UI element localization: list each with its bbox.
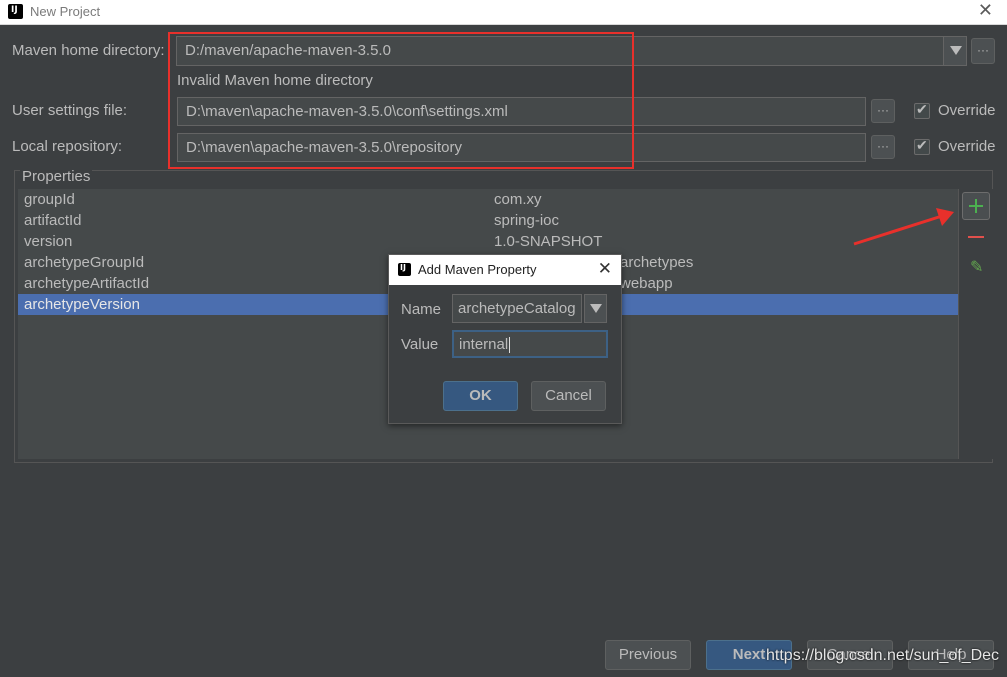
local-repo-label: Local repository: (12, 138, 123, 155)
add-maven-property-dialog: IJ Add Maven Property ✕ Name archetypeCa… (388, 254, 622, 424)
user-settings-label: User settings file: (12, 102, 128, 119)
dialog-close-button[interactable]: ✕ (598, 259, 612, 279)
intellij-app-icon: IJ (398, 263, 411, 276)
property-value: 1.0-SNAPSHOT (494, 233, 603, 250)
properties-title: Properties (20, 168, 93, 185)
add-property-button[interactable] (962, 192, 990, 220)
chevron-down-icon (950, 46, 962, 55)
property-key: archetypeArtifactId (24, 275, 150, 292)
table-row[interactable]: version 1.0-SNAPSHOT (18, 231, 958, 252)
properties-toolbar: ✎ (958, 189, 993, 459)
table-row[interactable]: artifactId spring-ioc (18, 210, 958, 231)
red-highlight-box (168, 32, 634, 169)
property-value: archetypes (620, 254, 694, 271)
property-key: archetypeVersion (24, 296, 140, 313)
user-settings-override-checkbox[interactable] (914, 101, 930, 119)
property-key: version (24, 233, 73, 250)
window-title: New Project (30, 4, 101, 19)
property-key: archetypeGroupId (24, 254, 145, 271)
property-key: artifactId (24, 212, 82, 229)
user-settings-browse-button[interactable]: ··· (871, 99, 895, 123)
previous-button[interactable]: Previous (605, 640, 691, 670)
edit-property-button[interactable]: ✎ (962, 253, 990, 281)
local-repo-override-checkbox[interactable] (914, 137, 930, 155)
title-bar: IJ New Project ✕ (0, 0, 1007, 25)
maven-home-label: Maven home directory: (12, 42, 165, 59)
value-input-text: internal (459, 336, 509, 353)
name-combo[interactable]: archetypeCatalog (452, 294, 582, 323)
dialog-title: Add Maven Property (418, 262, 537, 277)
maven-home-browse-button[interactable]: ··· (971, 38, 995, 64)
property-key: groupId (24, 191, 75, 208)
property-value: com.xy (494, 191, 542, 208)
plus-icon-vertical (975, 199, 977, 213)
watermark-text: https://blog.csdn.net/sun_of_Dec (766, 647, 1000, 664)
window-close-button[interactable]: ✕ (978, 0, 993, 21)
local-repo-browse-button[interactable]: ··· (871, 135, 895, 159)
text-caret (509, 337, 511, 354)
ok-button[interactable]: OK (443, 381, 518, 411)
local-repo-override-label: Override (938, 138, 996, 155)
value-label: Value (401, 336, 439, 353)
user-settings-override-label: Override (938, 102, 996, 119)
table-row[interactable]: groupId com.xy (18, 189, 958, 210)
value-input[interactable]: internal (452, 330, 608, 358)
dialog-title-bar: IJ Add Maven Property ✕ (389, 255, 621, 285)
name-dropdown-button[interactable] (584, 294, 607, 323)
remove-property-button[interactable] (962, 223, 990, 251)
intellij-app-icon: IJ (6, 2, 25, 21)
dialog-cancel-button[interactable]: Cancel (531, 381, 606, 411)
maven-home-dropdown-button[interactable] (943, 36, 967, 66)
chevron-down-icon (590, 304, 602, 313)
pencil-icon: ✎ (970, 259, 984, 276)
property-value: webapp (620, 275, 673, 292)
name-label: Name (401, 301, 442, 318)
red-arrow-annotation (853, 208, 954, 246)
minus-icon (968, 236, 984, 238)
property-value: spring-ioc (494, 212, 560, 229)
